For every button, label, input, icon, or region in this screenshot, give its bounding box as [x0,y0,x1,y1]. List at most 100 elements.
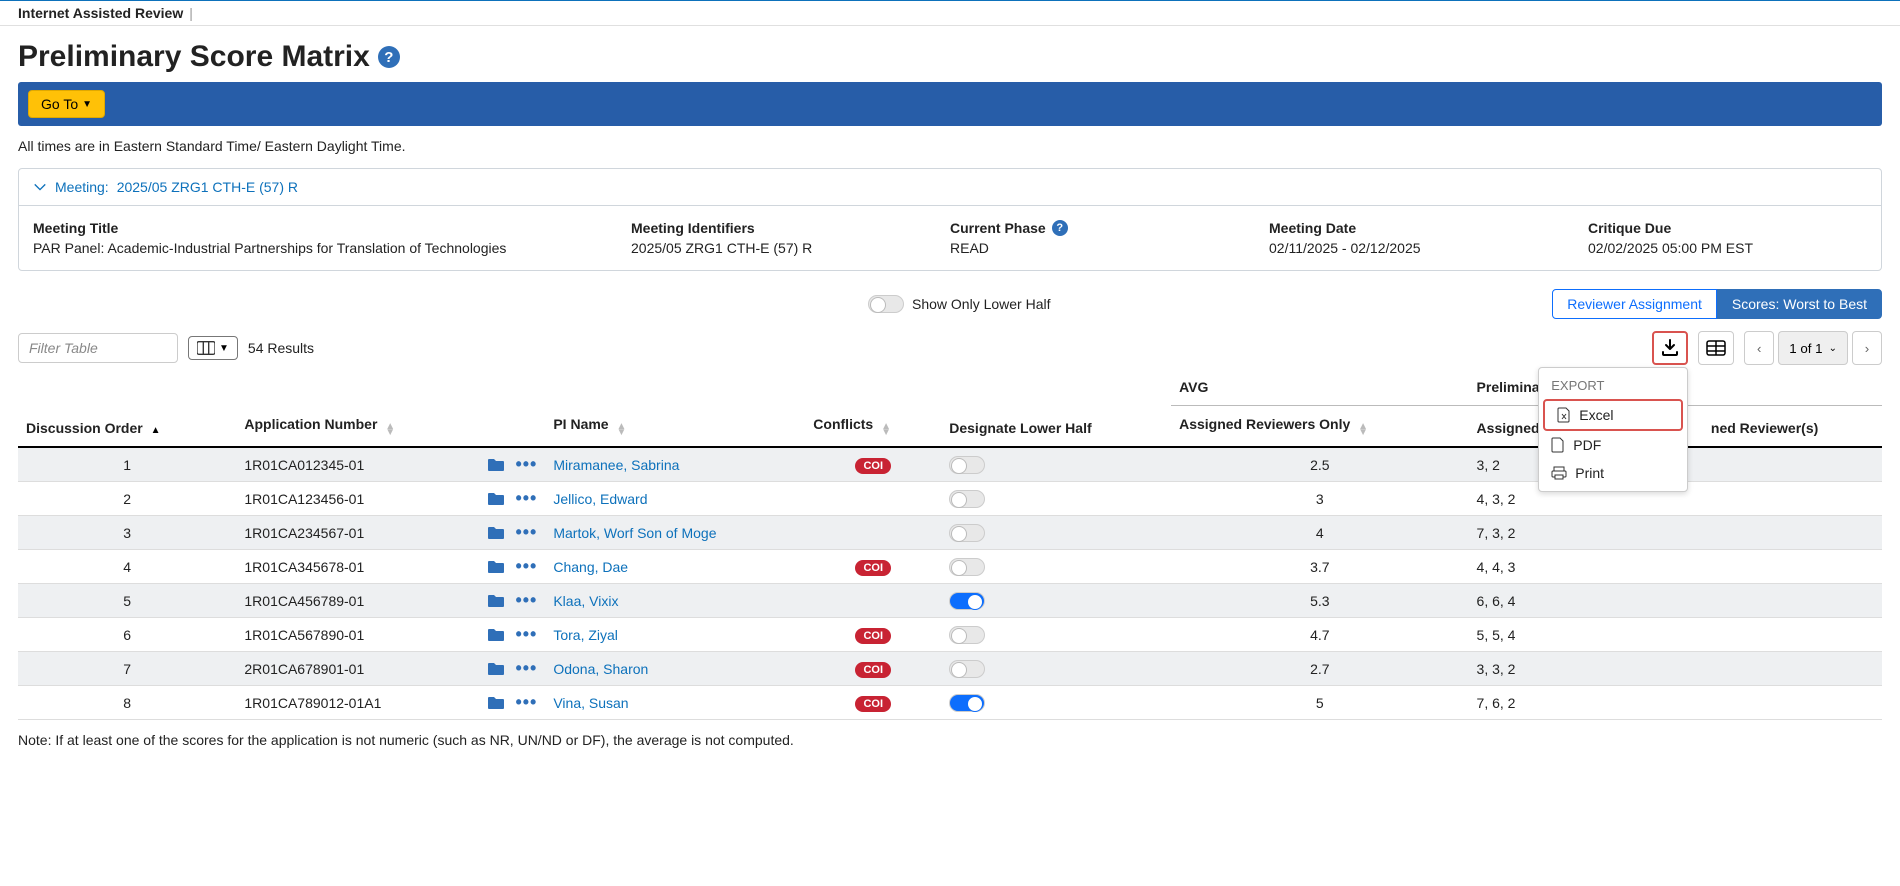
table-row: 61R01CA567890-01•••Tora, ZiyalCOI4.75, 5… [18,618,1882,652]
lower-half-toggle[interactable] [868,295,904,313]
scores-mode-group: Reviewer Assignment Scores: Worst to Bes… [1552,289,1882,319]
footnote: Note: If at least one of the scores for … [18,732,1882,748]
col-ned-reviewers[interactable]: ned Reviewer(s) [1703,406,1882,448]
cell-pi: Jellico, Edward [545,482,805,516]
help-icon[interactable]: ? [1052,220,1068,236]
cell-scores: 6, 6, 4 [1469,584,1703,618]
scores-worst-to-best-button[interactable]: Scores: Worst to Best [1717,289,1882,319]
folder-icon[interactable] [487,594,505,608]
row-lower-toggle[interactable] [949,592,985,610]
export-print-item[interactable]: Print [1539,459,1687,487]
coi-badge: COI [855,560,891,576]
grid-view-button[interactable] [1698,331,1734,365]
critique-due-label: Critique Due [1588,220,1867,236]
row-lower-toggle[interactable] [949,660,985,678]
folder-icon[interactable] [487,696,505,710]
meeting-identifiers-label: Meeting Identifiers [631,220,910,236]
cell-avg: 5 [1171,686,1468,720]
cell-scores: 7, 6, 2 [1469,686,1703,720]
cell-order: 1 [18,447,236,482]
more-icon[interactable]: ••• [515,658,537,679]
cell-order: 4 [18,550,236,584]
print-icon [1551,466,1567,480]
pi-link[interactable]: Martok, Worf Son of Moge [553,525,716,541]
goto-label: Go To [41,96,78,112]
cell-conflicts: COI [805,686,941,720]
export-excel-item[interactable]: Excel [1543,399,1683,431]
row-lower-toggle[interactable] [949,490,985,508]
cell-avg: 2.7 [1171,652,1468,686]
folder-icon[interactable] [487,662,505,676]
col-discussion-order[interactable]: Discussion Order ▲ [18,369,236,447]
cell-conflicts [805,482,941,516]
col-pi-name[interactable]: PI Name ▲▼ [545,369,805,447]
cell-lower-toggle [941,584,1171,618]
column-settings-button[interactable]: ▼ [188,336,238,360]
cell-scores: 3, 3, 2 [1469,652,1703,686]
cell-scores: 4, 4, 3 [1469,550,1703,584]
page-select[interactable]: 1 of 1 ⌄ [1778,331,1848,365]
folder-icon[interactable] [487,492,505,506]
cell-order: 6 [18,618,236,652]
folder-icon[interactable] [487,628,505,642]
col-conflicts[interactable]: Conflicts ▲▼ [805,369,941,447]
more-icon[interactable]: ••• [515,488,537,509]
folder-icon[interactable] [487,560,505,574]
row-lower-toggle[interactable] [949,694,985,712]
folder-icon[interactable] [487,458,505,472]
pi-link[interactable]: Jellico, Edward [553,491,647,507]
reviewer-assignment-button[interactable]: Reviewer Assignment [1552,289,1717,319]
cell-lower-toggle [941,652,1171,686]
more-icon[interactable]: ••• [515,522,537,543]
more-icon[interactable]: ••• [515,590,537,611]
meeting-collapse-toggle[interactable]: Meeting: 2025/05 ZRG1 CTH-E (57) R [19,169,1881,206]
coi-badge: COI [855,628,891,644]
caret-down-icon: ▼ [219,343,229,354]
help-icon[interactable]: ? [378,46,400,68]
pi-link[interactable]: Klaa, Vixix [553,593,618,609]
pi-link[interactable]: Vina, Susan [553,695,628,711]
pi-link[interactable]: Miramanee, Sabrina [553,457,679,473]
col-designate-lower[interactable]: Designate Lower Half [941,369,1171,447]
table-row: 31R01CA234567-01•••Martok, Worf Son of M… [18,516,1882,550]
cell-conflicts: COI [805,652,941,686]
cell-lower-toggle [941,447,1171,482]
coi-badge: COI [855,458,891,474]
pi-link[interactable]: Tora, Ziyal [553,627,618,643]
cell-lower-toggle [941,686,1171,720]
cell-lower-toggle [941,516,1171,550]
more-icon[interactable]: ••• [515,556,537,577]
meeting-label: Meeting: [55,179,109,195]
pi-link[interactable]: Odona, Sharon [553,661,648,677]
row-lower-toggle[interactable] [949,626,985,644]
prev-page-button[interactable]: ‹ [1744,331,1774,365]
col-group-avg: AVG [1171,369,1468,406]
more-icon[interactable]: ••• [515,692,537,713]
col-app-number[interactable]: Application Number ▲▼ [236,369,545,447]
current-phase-value: READ [950,240,1229,256]
cell-ned [1703,550,1882,584]
pi-link[interactable]: Chang, Dae [553,559,628,575]
top-bar: Internet Assisted Review | [0,0,1900,26]
cell-pi: Tora, Ziyal [545,618,805,652]
file-pdf-icon [1551,437,1565,453]
cell-app: 1R01CA012345-01••• [236,447,545,482]
more-icon[interactable]: ••• [515,454,537,475]
export-menu: EXPORT Excel PDF Pri [1538,367,1688,492]
export-pdf-item[interactable]: PDF [1539,431,1687,459]
cell-scores: 7, 3, 2 [1469,516,1703,550]
download-button[interactable] [1652,331,1688,365]
folder-icon[interactable] [487,526,505,540]
cell-conflicts [805,584,941,618]
goto-dropdown[interactable]: Go To ▼ [28,90,105,118]
filter-input[interactable] [18,333,178,363]
row-lower-toggle[interactable] [949,456,985,474]
col-avg-assigned[interactable]: Assigned Reviewers Only ▲▼ [1171,406,1468,448]
meeting-title-value: PAR Panel: Academic-Industrial Partnersh… [33,240,591,256]
page-title: Preliminary Score Matrix ? [18,40,1882,74]
more-icon[interactable]: ••• [515,624,537,645]
next-page-button[interactable]: › [1852,331,1882,365]
file-excel-icon [1557,407,1571,423]
row-lower-toggle[interactable] [949,524,985,542]
row-lower-toggle[interactable] [949,558,985,576]
